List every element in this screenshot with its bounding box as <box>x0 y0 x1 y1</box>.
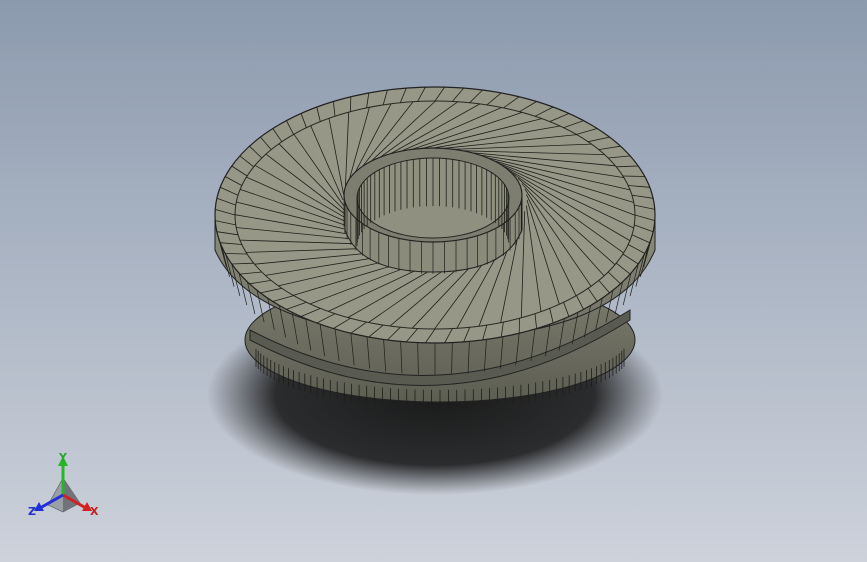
triad-z-label: Z <box>28 505 36 518</box>
triad-x-label: X <box>90 505 99 518</box>
part-center-bore <box>343 147 523 274</box>
triad-y-label: Y <box>58 451 68 464</box>
model-view[interactable]: Y X Z <box>0 0 867 562</box>
view-triad[interactable]: Y X Z <box>28 451 99 518</box>
graphics-viewport[interactable]: Y X Z <box>0 0 867 562</box>
